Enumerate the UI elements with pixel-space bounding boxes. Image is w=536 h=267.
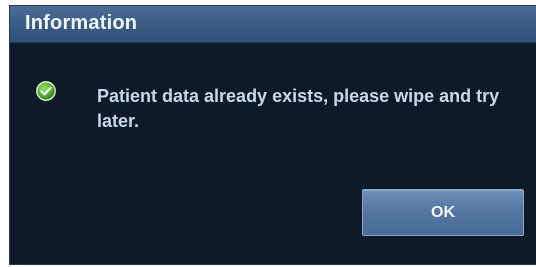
ok-button-label: OK <box>431 203 455 221</box>
information-dialog: Information Patient data already exists,… <box>9 5 536 265</box>
check-circle-icon <box>36 81 56 101</box>
ok-button[interactable]: OK <box>362 189 524 236</box>
dialog-titlebar[interactable]: Information <box>10 6 536 43</box>
dialog-message: Patient data already exists, please wipe… <box>97 86 500 131</box>
dialog-title: Information <box>25 12 138 34</box>
